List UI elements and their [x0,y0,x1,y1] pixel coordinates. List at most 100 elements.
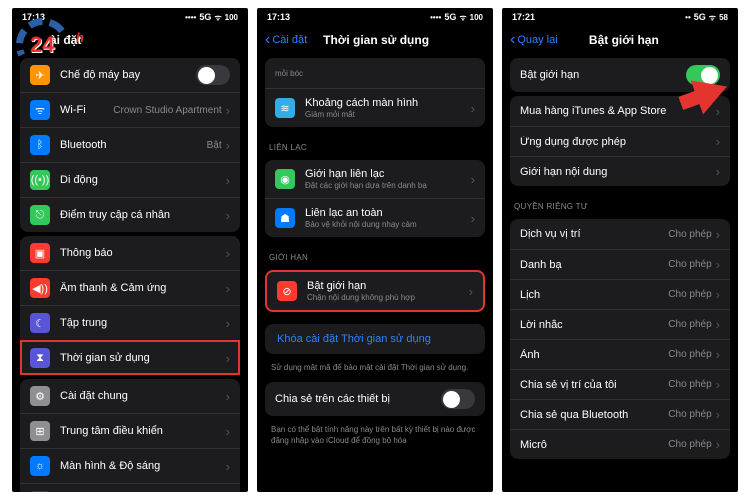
clock: 17:13 [22,12,45,22]
chevron-icon [226,424,230,439]
clock: 17:13 [267,12,290,22]
row-wifi[interactable]: ᯤWi-FiCrown Studio Apartment [20,92,240,127]
status-icons: •• 5G ᯤ 58 [685,12,728,23]
airplane-icon: ✈ [30,65,50,85]
row-label: Thời gian sử dụng [60,352,226,364]
chevron-icon [469,284,473,299]
row-label: Liên lạc an toàn [305,207,471,219]
row-label: Cài đặt chung [60,390,226,402]
restriction-icon: ⊘ [277,281,297,301]
status-bar: 17:21 •• 5G ᯤ 58 [502,8,738,26]
row-label: Chia sẻ qua Bluetooth [520,409,668,421]
row-share-loc[interactable]: Chia sẻ vị trí của tôiCho phép [510,369,730,399]
row-comm-safety[interactable]: ☗Liên lạc an toànBảo vệ khỏi nội dung nh… [265,198,485,237]
row-label: Giới hạn nội dung [520,166,716,178]
status-icons: •••• 5G ᯤ 100 [430,12,483,23]
row-label: Thông báo [60,247,226,259]
chevron-icon [716,317,720,332]
chevron-icon [716,257,720,272]
chevron-icon [226,281,230,296]
row-value: Cho phép [668,409,711,420]
section-privacy: QUYỀN RIÊNG TƯ [502,190,738,215]
row-airplane[interactable]: ✈ Chế độ máy bay [20,58,240,92]
screentime-icon: ⧗ [30,348,50,368]
general-icon: ⚙ [30,386,50,406]
row-general[interactable]: ⚙ Cài đặt chung [20,379,240,413]
row-notifications[interactable]: ▣ Thông báo [20,236,240,270]
row-screentime[interactable]: ⧗ Thời gian sử dụng [20,340,240,375]
row-label: Dịch vụ vị trí [520,228,668,240]
page-title: Thời gian sử dụng [267,33,485,47]
chevron-icon [471,211,475,226]
airplane-toggle[interactable] [196,65,230,85]
chevron-icon [226,208,230,223]
row-label: Điểm truy cập cá nhân [60,209,226,221]
chevron-icon [226,173,230,188]
chevron-icon [226,351,230,366]
row-bluetooth[interactable]: ᛒBluetoothBật [20,127,240,162]
row-reminders[interactable]: Lời nhắcCho phép [510,309,730,339]
page-title: ài đặt [50,33,240,47]
row-label: Lịch [520,289,668,301]
notifications-icon: ▣ [30,243,50,263]
lock-footnote: Sử dụng mật mã để bảo mật cài đặt Thời g… [257,358,493,378]
row-photos[interactable]: ẢnhCho phép [510,339,730,369]
distance-icon: ≋ [275,98,295,118]
row-stub[interactable]: mỏi bóc [265,58,485,88]
chevron-icon [226,246,230,261]
phone-settings: 17:13 •••• 5G ᯤ 100 ài đặt ✈ Chế độ máy b… [12,8,248,492]
row-screen-distance[interactable]: ≋ Khoảng cách màn hìnhGiảm mỏi mắt [265,88,485,127]
row-hotspot[interactable]: ⎋Điểm truy cập cá nhân [20,197,240,232]
chevron-icon [716,407,720,422]
status-icons: •••• 5G ᯤ 100 [185,12,238,23]
row-bluetooth-share[interactable]: Chia sẻ qua BluetoothCho phép [510,399,730,429]
chevron-icon [226,316,230,331]
row-focus[interactable]: ☾Tập trung [20,305,240,340]
row-contacts[interactable]: Danh bạCho phép [510,249,730,279]
comm-limit-icon: ◉ [275,169,295,189]
row-cellular[interactable]: ((•))Di động [20,162,240,197]
row-label: Âm thanh & Cảm ứng [60,282,226,294]
row-label: Màn hình & Độ sáng [60,460,226,472]
row-label: Ứng dụng được phép [520,136,716,148]
row-label: Chế độ máy bay [60,69,196,81]
chevron-icon [471,101,475,116]
clock: 17:21 [512,12,535,22]
comm-safety-icon: ☗ [275,208,295,228]
chevron-icon [716,347,720,362]
share-toggle[interactable] [441,389,475,409]
row-label: Lời nhắc [520,319,668,331]
row-value: Cho phép [668,259,711,270]
row-calendar[interactable]: LịchCho phép [510,279,730,309]
nav-bar: Quay lại Bật giới hạn [502,26,738,54]
row-share-devices[interactable]: Chia sẻ trên các thiết bị [265,382,485,416]
row-sub: Đặt các giới hạn dựa trên danh bạ [305,181,471,190]
lock-screentime-link[interactable]: Khóa cài đặt Thời gian sử dụng [265,324,485,354]
row-location[interactable]: Dịch vụ vị tríCho phép [510,219,730,249]
status-bar: 17:13 •••• 5G ᯤ 100 [12,8,248,26]
bluetooth-icon: ᛒ [30,135,50,155]
row-content[interactable]: Giới hạn nội dung [510,156,730,186]
status-bar: 17:13 •••• 5G ᯤ 100 [257,8,493,26]
row-value: Cho phép [668,439,711,450]
row-home[interactable]: ▦Màn hình chính & Thư viện [20,483,240,492]
row-allowed-apps[interactable]: Ứng dụng được phép [510,126,730,156]
cellular-icon: ((•)) [30,170,50,190]
row-display[interactable]: ☼Màn hình & Độ sáng [20,448,240,483]
row-value: Crown Studio Apartment [113,105,221,116]
home-icon: ▦ [30,491,50,492]
chevron-icon [226,103,230,118]
phone-screentime: 17:13 •••• 5G ᯤ 100 Cài đặt Thời gian sử… [257,8,493,492]
row-microphone[interactable]: MicrôCho phép [510,429,730,459]
chevron-icon [716,227,720,242]
nav-bar: Cài đặt Thời gian sử dụng [257,26,493,54]
row-label: Ảnh [520,349,668,361]
row-enable-restrictions[interactable]: ⊘ Bật giới hạnChặn nội dung không phù hợ… [267,272,483,310]
row-label: Micrô [520,439,668,451]
row-control-center[interactable]: ⊞Trung tâm điều khiển [20,413,240,448]
row-comm-limit[interactable]: ◉Giới hạn liên lạcĐặt các giới hạn dựa t… [265,160,485,198]
row-value: Cho phép [668,349,711,360]
row-value: Cho phép [668,319,711,330]
row-sounds[interactable]: ◀))Âm thanh & Cảm ứng [20,270,240,305]
section-contact: LIÊN LẠC [257,131,493,156]
